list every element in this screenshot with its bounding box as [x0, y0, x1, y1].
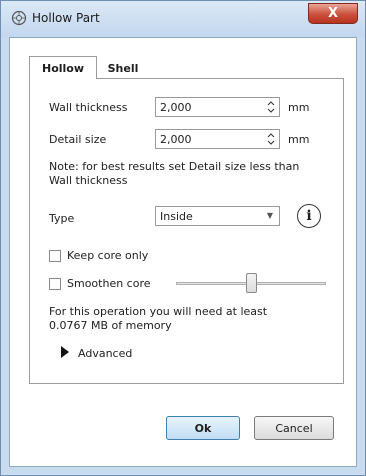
- chevron-down-icon: ▼: [266, 211, 273, 220]
- advanced-toggle[interactable]: Advanced: [78, 347, 132, 360]
- smoothen-slider-thumb[interactable]: [245, 273, 257, 293]
- detail-size-label: Detail size: [49, 133, 107, 146]
- smoothen-core-label: Smoothen core: [67, 277, 151, 290]
- keep-core-checkbox[interactable]: [49, 250, 61, 262]
- type-label: Type: [49, 212, 75, 225]
- wall-thickness-label: Wall thickness: [49, 101, 128, 114]
- memory-line-2: 0.0767 MB of memory: [49, 319, 172, 332]
- detail-size-unit: mm: [288, 133, 310, 146]
- ok-button[interactable]: Ok: [166, 416, 240, 440]
- note-line-1: Note: for best results set Detail size l…: [49, 160, 300, 173]
- tab-hollow[interactable]: Hollow: [29, 56, 97, 79]
- close-button[interactable]: X: [308, 3, 358, 24]
- hollow-part-icon: [11, 10, 27, 26]
- expand-arrow-icon[interactable]: [61, 346, 69, 358]
- close-icon: X: [327, 6, 339, 21]
- detail-size-value: 2,000: [160, 133, 192, 146]
- info-icon[interactable]: i: [297, 204, 321, 228]
- type-dropdown[interactable]: Inside ▼: [155, 206, 280, 226]
- detail-size-spinner[interactable]: 2,000: [155, 129, 280, 149]
- cancel-button[interactable]: Cancel: [254, 416, 334, 440]
- memory-line-1: For this operation you will need at leas…: [49, 305, 268, 318]
- note-line-2: Wall thickness: [49, 174, 128, 187]
- keep-core-label: Keep core only: [67, 249, 149, 262]
- info-icon-glyph: i: [306, 208, 312, 224]
- type-selected-value: Inside: [160, 210, 193, 223]
- spinner-arrows-icon[interactable]: [267, 131, 275, 147]
- window-title: Hollow Part: [32, 11, 100, 25]
- smoothen-core-checkbox[interactable]: [49, 278, 61, 290]
- spinner-arrows-icon[interactable]: [267, 99, 275, 115]
- wall-thickness-spinner[interactable]: 2,000: [155, 97, 280, 117]
- tab-shell[interactable]: Shell: [97, 59, 149, 78]
- wall-thickness-value: 2,000: [160, 101, 192, 114]
- title-bar[interactable]: Hollow Part X: [1, 1, 365, 37]
- wall-thickness-unit: mm: [288, 101, 310, 114]
- hollow-panel: [29, 78, 344, 384]
